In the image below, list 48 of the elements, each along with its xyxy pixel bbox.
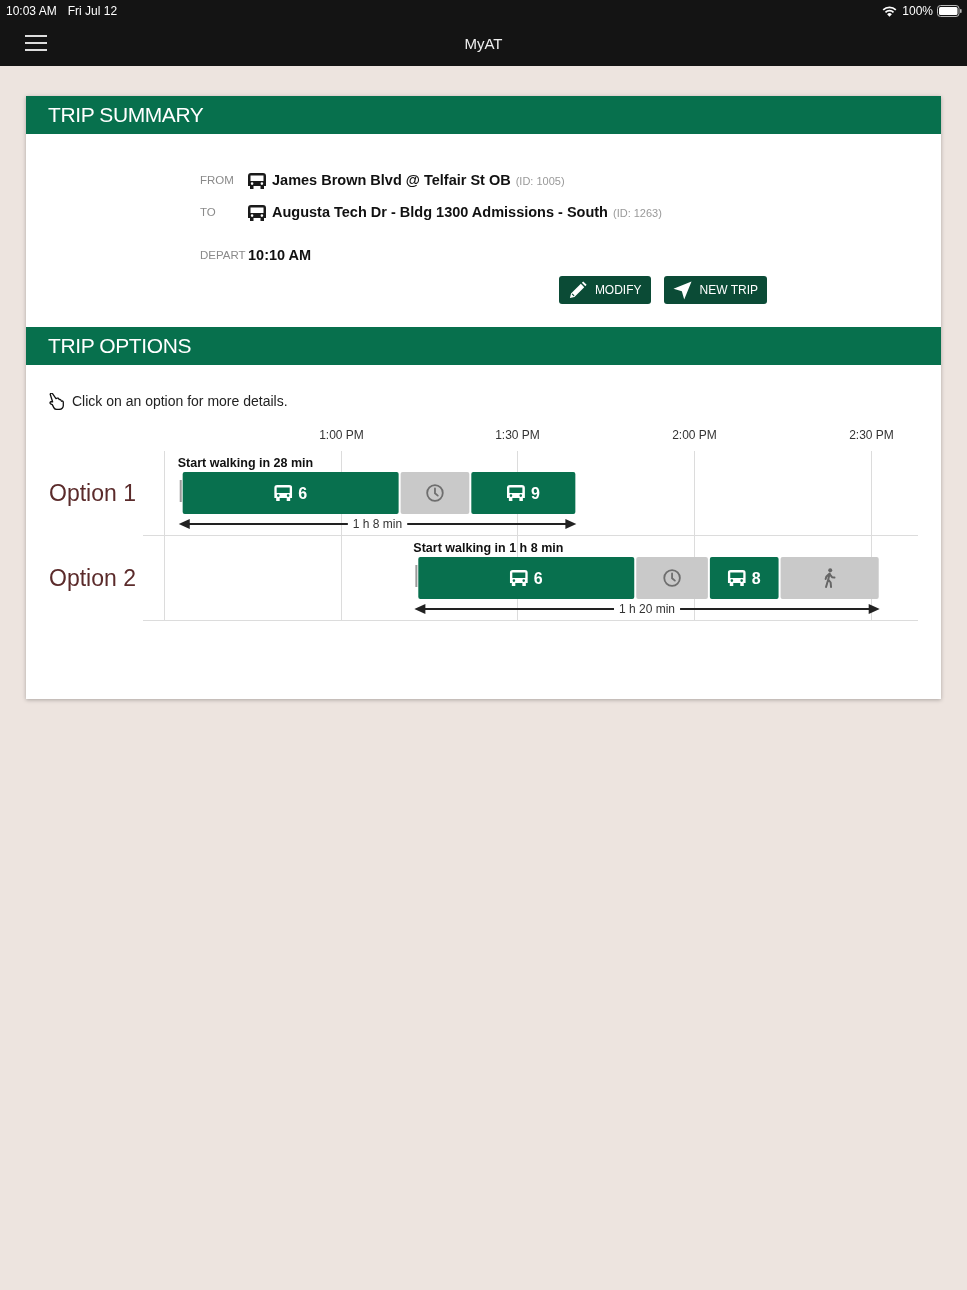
start-walking-note: Start walking in 1 h 8 min: [413, 540, 564, 555]
modify-button[interactable]: MODIFY: [558, 276, 651, 304]
section-title: TRIP OPTIONS: [48, 334, 191, 358]
duration-label: 1 h 8 min: [352, 517, 403, 531]
section-title: TRIP SUMMARY: [48, 103, 204, 127]
bus-segment[interactable]: [418, 557, 635, 599]
battery-percent: 100%: [902, 3, 933, 20]
field-label: DEPART: [200, 248, 247, 264]
route-number: 6: [298, 485, 308, 502]
route-number: 6: [533, 570, 543, 587]
option-label[interactable]: Option 2: [49, 565, 136, 591]
route-number: 8: [751, 570, 761, 587]
battery-icon: [937, 5, 962, 17]
time-tick-label: 2:00 PM: [672, 428, 717, 442]
pointing-hand-icon: [48, 392, 64, 410]
start-walking-note: Start walking in 28 min: [177, 455, 314, 470]
bus-segment[interactable]: [471, 472, 576, 514]
clock-icon: [427, 485, 443, 501]
wait-segment[interactable]: [400, 472, 470, 514]
stop-id: (ID: 1005): [515, 173, 565, 189]
time-tick-label: 1:00 PM: [319, 428, 364, 442]
stop-id: (ID: 1263): [612, 205, 662, 221]
wait-segment[interactable]: [636, 557, 708, 599]
field-label: FROM: [200, 173, 235, 189]
stop-name: James Brown Blvd @ Telfair St OB: [272, 171, 511, 191]
new-trip-button[interactable]: NEW TRIP: [663, 276, 767, 304]
duration-label: 1 h 20 min: [619, 602, 676, 616]
time-tick-label: 1:30 PM: [495, 428, 540, 442]
menu-icon[interactable]: [25, 35, 47, 51]
bus-icon: [248, 173, 266, 189]
status-date: Fri Jul 12: [67, 3, 118, 20]
status-time: 10:03 AM: [6, 3, 57, 20]
wifi-icon: [882, 5, 898, 17]
walking-person-icon: [825, 568, 835, 587]
stop-name: Augusta Tech Dr - Bldg 1300 Admissions - South: [272, 203, 608, 223]
depart-time: 10:10 AM: [248, 246, 312, 266]
clock-icon: [664, 570, 680, 586]
field-label: TO: [200, 205, 217, 221]
bus-segment[interactable]: [182, 472, 399, 514]
option-label[interactable]: Option 1: [49, 480, 136, 506]
bus-icon: [248, 205, 266, 221]
time-tick-label: 2:30 PM: [849, 428, 894, 442]
pencil-icon: [567, 280, 587, 300]
hint-text: Click on an option for more details.: [72, 391, 288, 411]
route-number: 9: [530, 485, 540, 502]
navigation-arrow-icon: [672, 280, 692, 300]
app-title: MyAT: [464, 33, 503, 54]
bus-segment[interactable]: [709, 557, 779, 599]
